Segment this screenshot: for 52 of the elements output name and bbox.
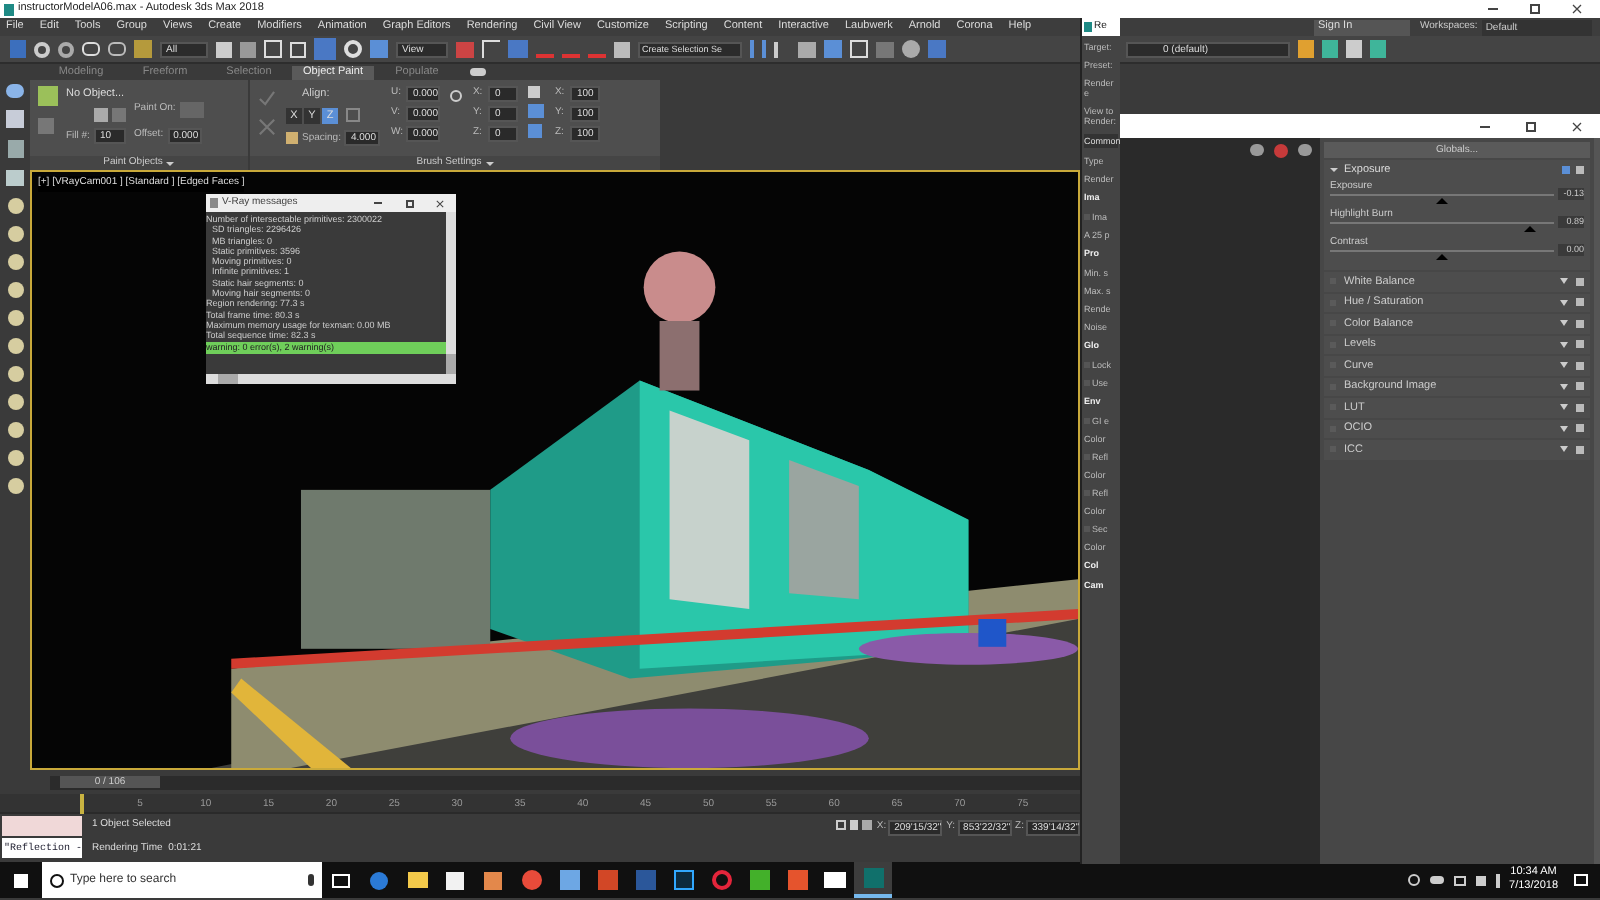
scrollbar[interactable] [206, 374, 456, 384]
maximize-icon[interactable] [406, 199, 414, 207]
minimize-icon[interactable] [1480, 125, 1490, 127]
app-icon [1084, 22, 1092, 32]
window-crossing-icon[interactable] [290, 41, 306, 57]
unlink-icon[interactable] [108, 42, 126, 56]
windows-start-icon[interactable] [14, 873, 28, 887]
isolate-icon[interactable] [836, 820, 847, 830]
caret-icon[interactable] [485, 161, 494, 165]
expand-icon[interactable] [1560, 425, 1568, 432]
expand-icon[interactable] [1560, 278, 1568, 285]
rectangle-selection-icon[interactable] [264, 40, 282, 58]
toggle-icon[interactable] [470, 68, 486, 76]
expand-icon[interactable] [1560, 362, 1568, 369]
microphone-icon[interactable] [308, 874, 314, 886]
expand-icon[interactable] [1560, 320, 1568, 327]
close-icon[interactable] [436, 199, 444, 207]
rotate-icon[interactable] [450, 90, 463, 102]
expand-icon[interactable] [1560, 383, 1568, 390]
slider-thumb[interactable] [1436, 198, 1448, 204]
expand-icon[interactable] [1560, 299, 1568, 306]
app-icon [210, 198, 218, 208]
app-icon [4, 3, 14, 15]
link-icon[interactable] [82, 42, 100, 56]
people-icon[interactable] [1407, 874, 1420, 886]
script-listener-field[interactable] [2, 816, 82, 836]
rotate-icon[interactable] [344, 40, 362, 58]
expand-icon[interactable] [1560, 404, 1568, 411]
check-icon[interactable] [258, 90, 276, 106]
expand-icon[interactable] [1560, 341, 1568, 348]
grid-icon[interactable] [346, 108, 360, 123]
stop-icon[interactable] [1274, 144, 1288, 158]
mirror-icon[interactable] [750, 40, 766, 58]
search-icon[interactable] [50, 873, 64, 887]
cloud-icon[interactable] [1429, 876, 1444, 884]
enable-checkbox[interactable] [1562, 166, 1570, 174]
restore-icon[interactable] [1530, 4, 1540, 14]
notification-icon[interactable] [1574, 874, 1588, 886]
caret-icon[interactable] [166, 161, 175, 165]
slider-thumb[interactable] [1436, 254, 1448, 260]
pen-icon[interactable] [1495, 873, 1500, 887]
undo-icon[interactable] [34, 41, 50, 57]
edit-named-selection-icon[interactable] [614, 41, 630, 57]
crosshair-icon[interactable] [482, 40, 500, 58]
curve-editor-icon[interactable] [850, 40, 868, 58]
slider-thumb[interactable] [1523, 226, 1536, 232]
scrollbar[interactable] [446, 212, 456, 374]
expand-icon[interactable] [1560, 446, 1568, 453]
maximize-icon[interactable] [1526, 121, 1536, 131]
close-icon[interactable] [1572, 4, 1582, 14]
redo-icon[interactable] [58, 41, 74, 57]
close-icon[interactable] [1572, 121, 1582, 131]
